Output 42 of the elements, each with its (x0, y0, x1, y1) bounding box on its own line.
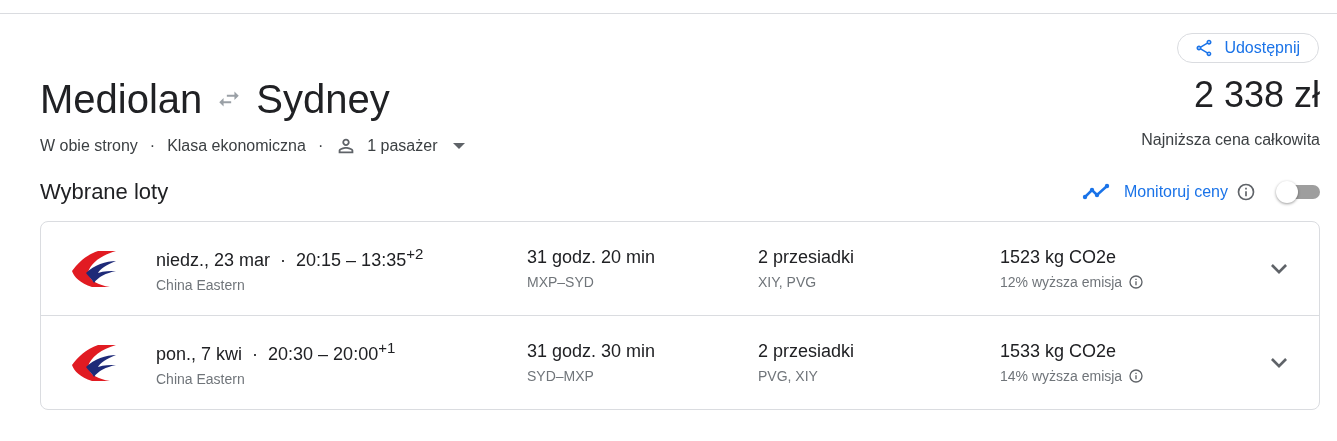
separator-dot: · (252, 343, 259, 365)
trip-option: W obie strony (40, 137, 138, 155)
trend-line-icon (1081, 183, 1110, 201)
separator-dot: · (316, 137, 325, 155)
airline-name: China Eastern (156, 370, 246, 387)
flight-route: SYD–MXP (527, 368, 595, 384)
info-icon[interactable] (1128, 368, 1145, 384)
price-tracking-toggle[interactable] (1276, 179, 1320, 205)
total-price: 2 338 zł (1193, 73, 1320, 117)
price-tracking-link[interactable]: Monitoruj ceny (1123, 183, 1228, 201)
price-caption: Najniższa cena całkowita (1141, 131, 1320, 149)
origin-city: Mediolan (40, 76, 203, 123)
flight-date: niedz., 23 mar (156, 249, 271, 271)
chevron-icon (1271, 263, 1287, 274)
emissions-note: 14% wyższa emisja (1000, 368, 1123, 384)
separator-dot: · (280, 249, 287, 271)
info-icon[interactable] (1128, 274, 1145, 290)
emissions-note: 12% wyższa emisja (1000, 274, 1123, 290)
trip-option: Klasa ekonomiczna (167, 137, 306, 155)
stop-airports: XIY, PVG (758, 274, 818, 290)
emissions-value: 1523 kg CO2e (1000, 247, 1118, 268)
flight-duration: 31 godz. 20 min (527, 247, 657, 268)
flight-route: MXP–SYD (527, 274, 595, 290)
airline-logo-icon (72, 342, 116, 383)
destination-city: Sydney (256, 76, 390, 123)
airline-logo-icon (72, 248, 116, 289)
chevron-icon (1271, 357, 1287, 368)
section-title: Wybrane loty (40, 179, 169, 205)
stops-count: 2 przesiadki (758, 247, 856, 268)
flight-times: 20:15 – 13:35$^{+2}$ (296, 244, 424, 271)
flight-date: pon., 7 kwi (156, 343, 243, 365)
emissions-value: 1533 kg CO2e (1000, 341, 1118, 362)
stops-count: 2 przesiadki (758, 341, 856, 362)
separator-dot: · (148, 137, 157, 155)
airline-name: China Eastern (156, 276, 246, 293)
passenger-dropdown[interactable]: 1 pasażer (335, 135, 466, 157)
flight-duration: 31 godz. 30 min (527, 341, 657, 362)
stop-airports: PVG, XIY (758, 368, 819, 384)
flight-times: 20:30 – 20:00$^{+1}$ (268, 338, 396, 365)
dropdown-caret-icon (453, 143, 466, 149)
info-icon[interactable] (1236, 182, 1256, 202)
share-button[interactable]: Udostępnij (1177, 33, 1319, 63)
